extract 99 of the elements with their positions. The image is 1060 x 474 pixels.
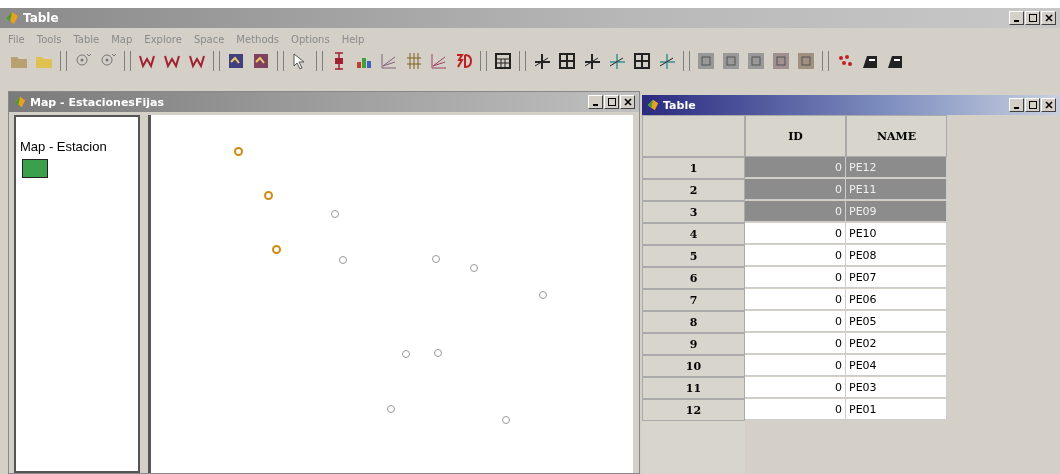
window-title: Table: [23, 11, 59, 25]
table-cell: 0: [745, 157, 846, 178]
table-cell: PE10: [846, 223, 947, 244]
minimize-button[interactable]: [588, 95, 603, 109]
table-cell: 0: [745, 267, 846, 288]
close-button[interactable]: [1041, 98, 1056, 112]
row-header[interactable]: 9: [642, 333, 745, 355]
legend-title: Map - Estacion: [20, 139, 108, 154]
maximize-icon: [1028, 14, 1037, 22]
maximize-button[interactable]: [1025, 11, 1040, 25]
minimize-button[interactable]: [1009, 98, 1024, 112]
legend-swatch: [22, 159, 48, 178]
close-icon: [1044, 101, 1053, 109]
close-button[interactable]: [620, 95, 635, 109]
table-cell: 0: [745, 311, 846, 332]
maximize-button[interactable]: [604, 95, 619, 109]
cross-icon[interactable]: [658, 52, 676, 70]
map-point[interactable]: [470, 264, 478, 272]
row-header[interactable]: 7: [642, 289, 745, 311]
table-cell: 0: [745, 179, 846, 200]
maximize-button[interactable]: [1025, 98, 1040, 112]
row-header[interactable]: 11: [642, 377, 745, 399]
row-header[interactable]: 8: [642, 311, 745, 333]
table-cell: PE09: [846, 201, 947, 222]
minimize-button[interactable]: [1009, 11, 1024, 25]
toolbar-separator: [60, 51, 67, 71]
column-header[interactable]: ID: [745, 115, 846, 157]
framed-square-icon[interactable]: [747, 52, 765, 70]
three-d-icon[interactable]: [455, 52, 473, 70]
toolbar-separator: [519, 51, 526, 71]
table-cell: 0: [745, 377, 846, 398]
map-point[interactable]: [402, 350, 410, 358]
row-header[interactable]: 10: [642, 355, 745, 377]
row-header[interactable]: 4: [642, 223, 745, 245]
map-icon[interactable]: [252, 52, 270, 70]
map-point[interactable]: [272, 245, 281, 254]
window-title: Table: [663, 98, 696, 112]
toolbar-separator: [124, 51, 131, 71]
map-point[interactable]: [234, 147, 243, 156]
table-cell: PE07: [846, 267, 947, 288]
grid-icon[interactable]: [633, 52, 651, 70]
window-title: Map - EstacionesFijas: [30, 95, 164, 109]
map-point[interactable]: [539, 291, 547, 299]
toolbar-separator: [213, 51, 220, 71]
column-header[interactable]: NAME: [846, 115, 947, 157]
table-cell: PE02: [846, 333, 947, 354]
map-point[interactable]: [502, 416, 510, 424]
table-cell: PE03: [846, 377, 947, 398]
framed-square-icon[interactable]: [772, 52, 790, 70]
table-cell: 0: [745, 223, 846, 244]
table-cell: 0: [745, 245, 846, 266]
table-cell: 0: [745, 355, 846, 376]
toolbar-separator: [316, 51, 323, 71]
table-cell: 0: [745, 399, 846, 420]
framed-square-icon[interactable]: [797, 52, 815, 70]
framed-square-icon[interactable]: [722, 52, 740, 70]
close-icon: [1044, 14, 1053, 22]
scatter-icon[interactable]: [430, 52, 448, 70]
map-point[interactable]: [264, 191, 273, 200]
row-header[interactable]: 12: [642, 399, 745, 421]
table-cell: PE01: [846, 399, 947, 420]
table-cell: PE04: [846, 355, 947, 376]
maximize-icon: [607, 98, 616, 106]
map-point[interactable]: [434, 349, 442, 357]
close-icon: [623, 98, 632, 106]
map-point[interactable]: [331, 210, 339, 218]
cross-icon[interactable]: [608, 52, 626, 70]
table-cell: 0: [745, 333, 846, 354]
table-cell: PE08: [846, 245, 947, 266]
map-icon[interactable]: [227, 52, 245, 70]
toolbar-separator: [277, 51, 284, 71]
scatter-icon[interactable]: [380, 52, 398, 70]
cross-icon[interactable]: [533, 52, 551, 70]
app-logo-icon: [646, 98, 660, 112]
row-header[interactable]: 3: [642, 201, 745, 223]
calculator-icon[interactable]: [494, 52, 512, 70]
cross-icon[interactable]: [583, 52, 601, 70]
app-logo-icon: [13, 95, 27, 109]
grid-icon[interactable]: [558, 52, 576, 70]
table-cell: PE12: [846, 157, 947, 178]
map-point[interactable]: [339, 256, 347, 264]
framed-square-icon[interactable]: [697, 52, 715, 70]
row-header[interactable]: 2: [642, 179, 745, 201]
row-header[interactable]: 1: [642, 157, 745, 179]
row-header[interactable]: 6: [642, 267, 745, 289]
table-cell: PE05: [846, 311, 947, 332]
table-cell: PE11: [846, 179, 947, 200]
table-cell: PE06: [846, 289, 947, 310]
map-point[interactable]: [432, 255, 440, 263]
app-logo-icon: [4, 10, 20, 26]
table-cell: 0: [745, 201, 846, 222]
map-point[interactable]: [387, 405, 395, 413]
close-button[interactable]: [1041, 11, 1056, 25]
maximize-icon: [1028, 101, 1037, 109]
toolbar-separator: [683, 51, 690, 71]
toolbar-separator: [822, 51, 829, 71]
table-cell: 0: [745, 289, 846, 310]
row-header[interactable]: 5: [642, 245, 745, 267]
toolbar-separator: [480, 51, 487, 71]
